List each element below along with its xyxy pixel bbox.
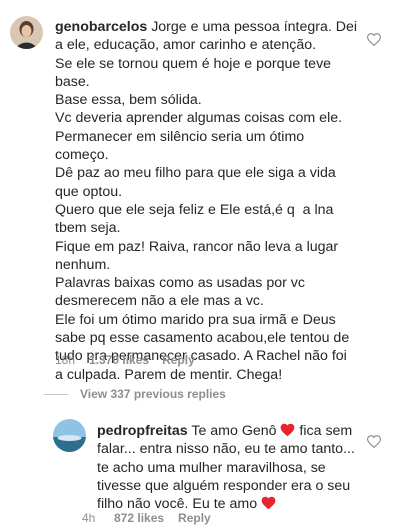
comment-body-part1: Te amo Genô: [191, 423, 281, 439]
comment-username[interactable]: genobarcelos: [55, 19, 147, 35]
red-heart-emoji-icon: [280, 423, 295, 437]
reply-button[interactable]: Reply: [162, 353, 195, 367]
comment-body: Jorge e uma pessoa íntegra. Dei a ele, e…: [55, 19, 358, 383]
replies-divider: [44, 393, 68, 395]
avatar[interactable]: [10, 16, 43, 49]
red-heart-emoji-icon: [261, 496, 276, 510]
comment-meta: 18h 1.370 likes Reply: [55, 353, 195, 367]
avatar[interactable]: [53, 419, 86, 452]
comment-text: pedropfreitas Te amo Genô fica sem falar…: [97, 422, 387, 513]
comment-likes[interactable]: 1.370 likes: [89, 353, 149, 367]
view-replies-button[interactable]: View 337 previous replies: [44, 387, 226, 401]
comment-text: genobarcelos Jorge e uma pessoa íntegra.…: [55, 18, 385, 384]
like-heart-icon[interactable]: [367, 435, 381, 448]
comment-main: genobarcelos Jorge e uma pessoa íntegra.…: [0, 0, 400, 383]
comment-reply: pedropfreitas Te amo Genô fica sem falar…: [0, 410, 400, 525]
comment-username[interactable]: pedropfreitas: [97, 423, 188, 439]
like-heart-icon[interactable]: [367, 33, 381, 46]
comment-time: 18h: [55, 353, 76, 367]
view-replies-label[interactable]: View 337 previous replies: [80, 387, 226, 401]
